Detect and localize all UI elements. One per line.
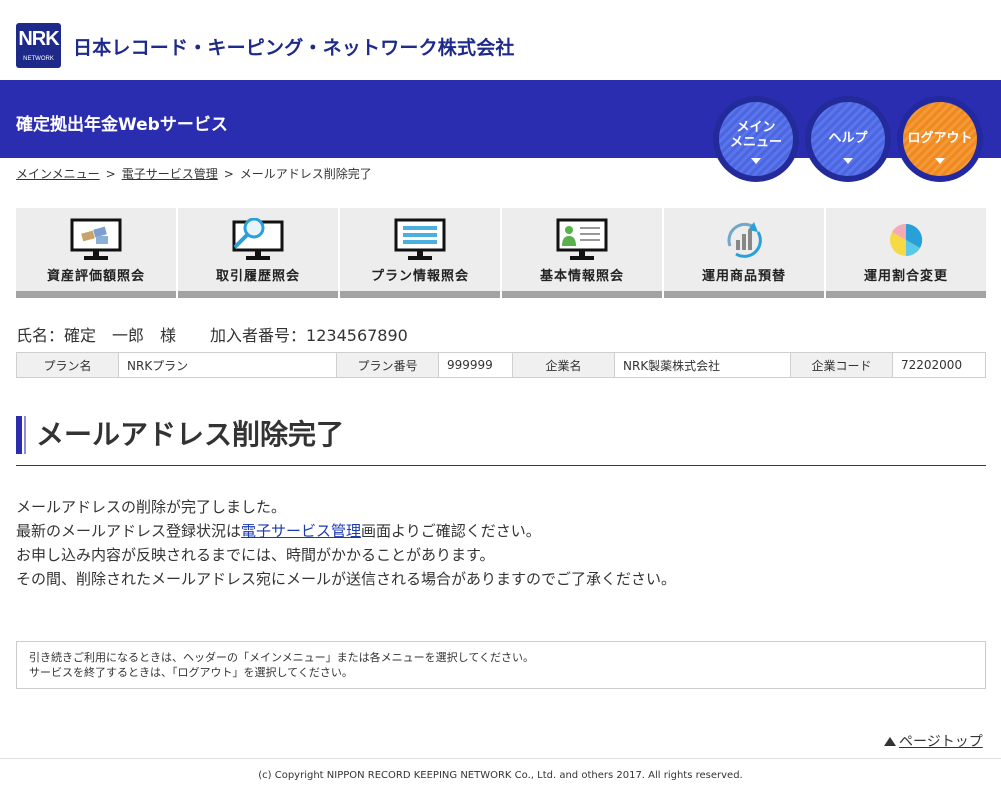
search-monitor-icon xyxy=(232,218,284,260)
plan-name-value: NRKプラン xyxy=(118,352,337,378)
main-menu-button[interactable]: メイン メニュー xyxy=(713,96,799,182)
asset-monitor-icon xyxy=(70,218,122,260)
nrk-logo[interactable]: NRK NETWORK xyxy=(16,23,61,68)
company-label: 企業名 xyxy=(512,352,615,378)
breadcrumb-current: メールアドレス削除完了 xyxy=(239,167,372,181)
triangle-up-icon xyxy=(884,737,896,746)
page-top-link[interactable]: ページトップ xyxy=(884,731,983,751)
logout-button-label: ログアウト xyxy=(907,131,973,146)
message-line-1: メールアドレスの削除が完了しました。 xyxy=(16,498,287,516)
help-button-label: ヘルプ xyxy=(828,131,868,146)
copyright: (c) Copyright NIPPON RECORD KEEPING NETW… xyxy=(258,770,743,781)
plan-monitor-icon xyxy=(394,218,446,260)
breadcrumb-e-service[interactable]: 電子サービス管理 xyxy=(122,167,218,181)
message-line-4: その間、削除されたメールアドレス宛にメールが送信される場合がありますのでご了承く… xyxy=(16,570,677,588)
footer-divider xyxy=(0,758,1001,759)
chevron-down-icon xyxy=(935,158,945,164)
message-line-2-pre: 最新のメールアドレス登録状況は xyxy=(16,522,242,540)
e-service-link[interactable]: 電子サービス管理 xyxy=(241,522,361,540)
top-header: NRK NETWORK 日本レコード・キーピング・ネットワーク株式会社 xyxy=(0,0,1001,80)
tile-plan-info-label: プラン情報照会 xyxy=(370,269,469,284)
chevron-down-icon xyxy=(751,158,761,164)
switch-chart-icon xyxy=(727,222,762,258)
title-accent-bar xyxy=(16,416,24,454)
member-number-label: 加入者番号： xyxy=(210,326,307,345)
tile-transaction-history-label: 取引履歴照会 xyxy=(215,269,300,284)
user-name: 確定 一郎 様 xyxy=(64,326,177,345)
user-info: 氏名：確定 一郎 様 加入者番号：1234567890 xyxy=(16,322,408,346)
tile-basic-info-label: 基本情報照会 xyxy=(539,269,624,284)
logout-button[interactable]: ログアウト xyxy=(897,96,983,182)
breadcrumb-separator: > xyxy=(105,167,116,181)
plan-info-table: プラン名 NRKプラン プラン番号 999999 企業名 NRK製薬株式会社 企… xyxy=(16,352,986,378)
plan-name-label: プラン名 xyxy=(16,352,119,378)
company-code-label: 企業コード xyxy=(790,352,893,378)
message-line-3: お申し込み内容が反映されるまでには、時間がかかることがあります。 xyxy=(16,546,495,564)
user-name-label: 氏名： xyxy=(16,326,65,345)
profile-monitor-icon xyxy=(556,218,608,260)
note-line-1: 引き続きご利用になるときは、ヘッダーの「メインメニュー」または各メニューを選択し… xyxy=(29,651,535,664)
plan-number-value: 999999 xyxy=(438,352,513,378)
page-title: メールアドレス削除完了 xyxy=(36,418,345,451)
pie-chart-icon xyxy=(890,223,923,257)
logo-main-text: NRK xyxy=(18,28,59,50)
message-line-2: 最新のメールアドレス登録状況は電子サービス管理画面よりご確認ください。 xyxy=(16,519,676,543)
guidance-note: 引き続きご利用になるときは、ヘッダーの「メインメニュー」または各メニューを選択し… xyxy=(16,641,986,689)
company-value: NRK製薬株式会社 xyxy=(614,352,791,378)
tile-plan-info[interactable]: プラン情報照会 xyxy=(340,208,500,298)
table-row: プラン名 NRKプラン プラン番号 999999 企業名 NRK製薬株式会社 企… xyxy=(16,352,986,378)
tile-allocation-change[interactable]: 運用割合変更 xyxy=(826,208,986,298)
tile-product-switch-label: 運用商品預替 xyxy=(701,269,786,284)
company-name: 日本レコード・キーピング・ネットワーク株式会社 xyxy=(73,37,515,59)
tile-asset-valuation[interactable]: 資産評価額照会 xyxy=(16,208,176,298)
tile-asset-valuation-label: 資産評価額照会 xyxy=(46,269,145,284)
breadcrumb: メインメニュー > 電子サービス管理 > メールアドレス削除完了 xyxy=(16,165,372,182)
breadcrumb-main-menu[interactable]: メインメニュー xyxy=(16,167,100,181)
plan-number-label: プラン番号 xyxy=(336,352,439,378)
service-title: 確定拠出年金Webサービス xyxy=(16,115,228,135)
page-top-label: ページトップ xyxy=(899,734,983,750)
help-button[interactable]: ヘルプ xyxy=(805,96,891,182)
page-title-section: メールアドレス削除完了 xyxy=(16,416,986,466)
tile-allocation-change-label: 運用割合変更 xyxy=(863,269,948,284)
menu-tiles: 資産評価額照会 取引履歴照会 プラン情報照会 基本情報照会 運用商品預替 運用割… xyxy=(16,208,986,298)
chevron-down-icon xyxy=(843,158,853,164)
tile-transaction-history[interactable]: 取引履歴照会 xyxy=(178,208,338,298)
member-number: 1234567890 xyxy=(306,326,408,345)
company-code-value: 72202000 xyxy=(892,352,986,378)
note-line-2: サービスを終了するときは、「ログアウト」を選択してください。 xyxy=(29,666,353,679)
logo-sub-text: NETWORK xyxy=(23,56,54,62)
message-line-2-post: 画面よりご確認ください。 xyxy=(361,522,541,540)
completion-message: メールアドレスの削除が完了しました。 最新のメールアドレス登録状況は電子サービス… xyxy=(16,495,676,591)
main-menu-button-label: メイン メニュー xyxy=(729,120,782,150)
breadcrumb-separator: > xyxy=(223,167,234,181)
tile-product-switch[interactable]: 運用商品預替 xyxy=(664,208,824,298)
tile-basic-info[interactable]: 基本情報照会 xyxy=(502,208,662,298)
